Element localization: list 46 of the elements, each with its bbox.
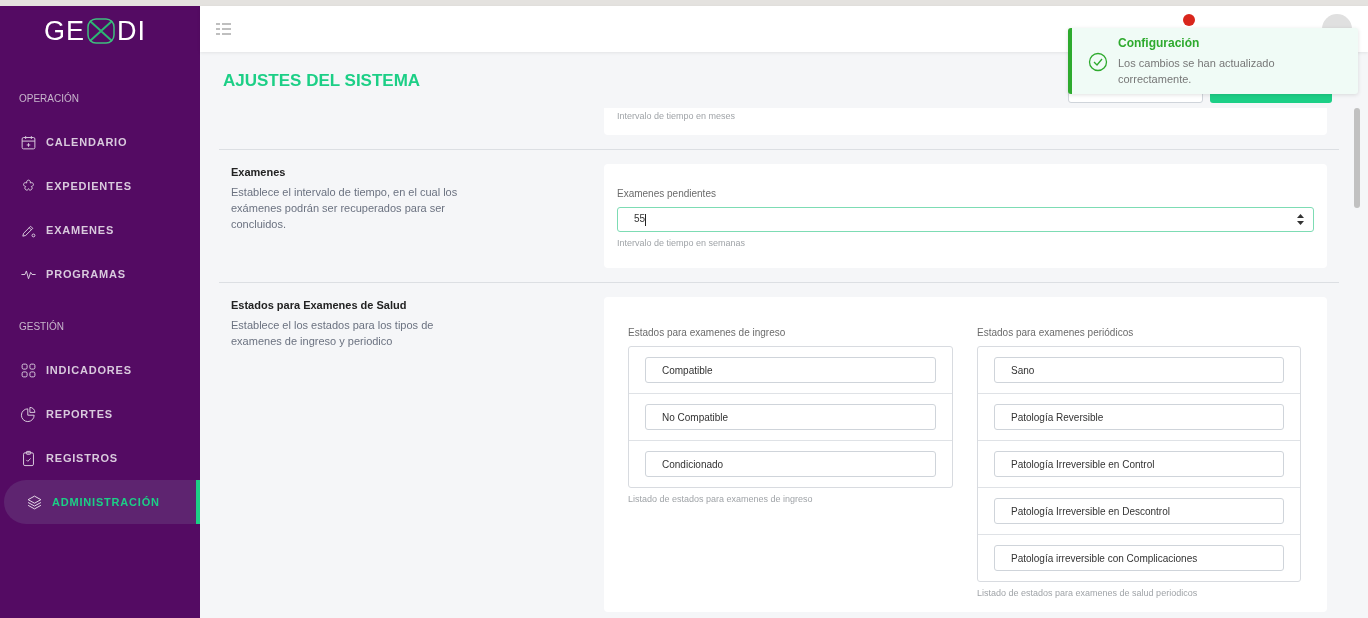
section-description: Establece el los estados para los tipos de examenes de ingreso y periodico (231, 318, 435, 349)
calendar-icon (20, 133, 37, 151)
text-field[interactable]: Condicionado (645, 451, 936, 477)
layers-icon (26, 493, 43, 511)
text-field[interactable]: Patología Irreversible en Control (994, 451, 1284, 477)
section-description: Establece el intervalo de tiempo, en el cual los exámenes podrán ser recuperados para ser concluidos. (231, 185, 459, 232)
number-field[interactable]: 55 (617, 207, 1314, 232)
text-field[interactable]: Patología irreversible con Complicaciones (994, 545, 1284, 571)
nav-item[interactable]: EXPEDIENTES (4, 164, 200, 208)
nav-item[interactable]: REPORTES (4, 392, 200, 436)
nav-item[interactable]: PROGRAMAS (4, 252, 200, 296)
nav-item[interactable]: REGISTROS (4, 436, 200, 480)
spinner-icon[interactable] (1296, 214, 1305, 225)
clipboard-icon (20, 449, 37, 467)
logo-text: GE (44, 15, 85, 47)
text-field[interactable]: Patología Reversible (994, 404, 1284, 430)
nav-item[interactable]: EXAMENES (4, 208, 200, 252)
menu-icon[interactable] (216, 23, 231, 35)
section-title: Estados para Examenes de Salud (231, 299, 408, 311)
section-heading: OPERACIÓN (18, 92, 80, 106)
list-hint: Listado de estados para examenes de salud periodicos (977, 588, 1199, 598)
field-label: Examenes pendientes (617, 188, 717, 199)
page-title: AJUSTES DEL SISTEMA (223, 71, 421, 91)
toast-title: Configuración (1118, 36, 1201, 50)
check-circle-icon (1088, 52, 1108, 72)
toast-message: Los cambios se han actualizado correctamente. (1118, 56, 1276, 87)
nav-item[interactable]: INDICADORES (4, 348, 200, 392)
text-field[interactable]: Patología Irreversible en Descontrol (994, 498, 1284, 524)
nav-item[interactable]: ADMINISTRACIÓN (4, 480, 200, 524)
pie-chart-icon (20, 405, 37, 423)
scrollbar-thumb[interactable] (1354, 108, 1360, 208)
list-label: Estados para examenes periódicos (977, 327, 1135, 338)
text-field[interactable]: No Compatible (645, 404, 936, 430)
list-label: Estados para examenes de ingreso (628, 327, 787, 338)
logo-icon (86, 17, 116, 45)
field-hint: Intervalo de tiempo en semanas (617, 238, 747, 248)
list-hint: Listado de estados para examenes de ingreso (628, 494, 814, 504)
notification-badge (1183, 14, 1195, 26)
field-hint: Intervalo de tiempo en meses (617, 111, 737, 121)
section-title: Examenes (231, 166, 287, 178)
text-field[interactable]: Compatible (645, 357, 936, 383)
text-field[interactable]: Sano (994, 357, 1284, 383)
section-heading: GESTIÓN (18, 320, 65, 334)
nav-item[interactable]: CALENDARIO (4, 120, 200, 164)
logo-text: DI (117, 15, 146, 47)
grid-icon (20, 361, 37, 379)
